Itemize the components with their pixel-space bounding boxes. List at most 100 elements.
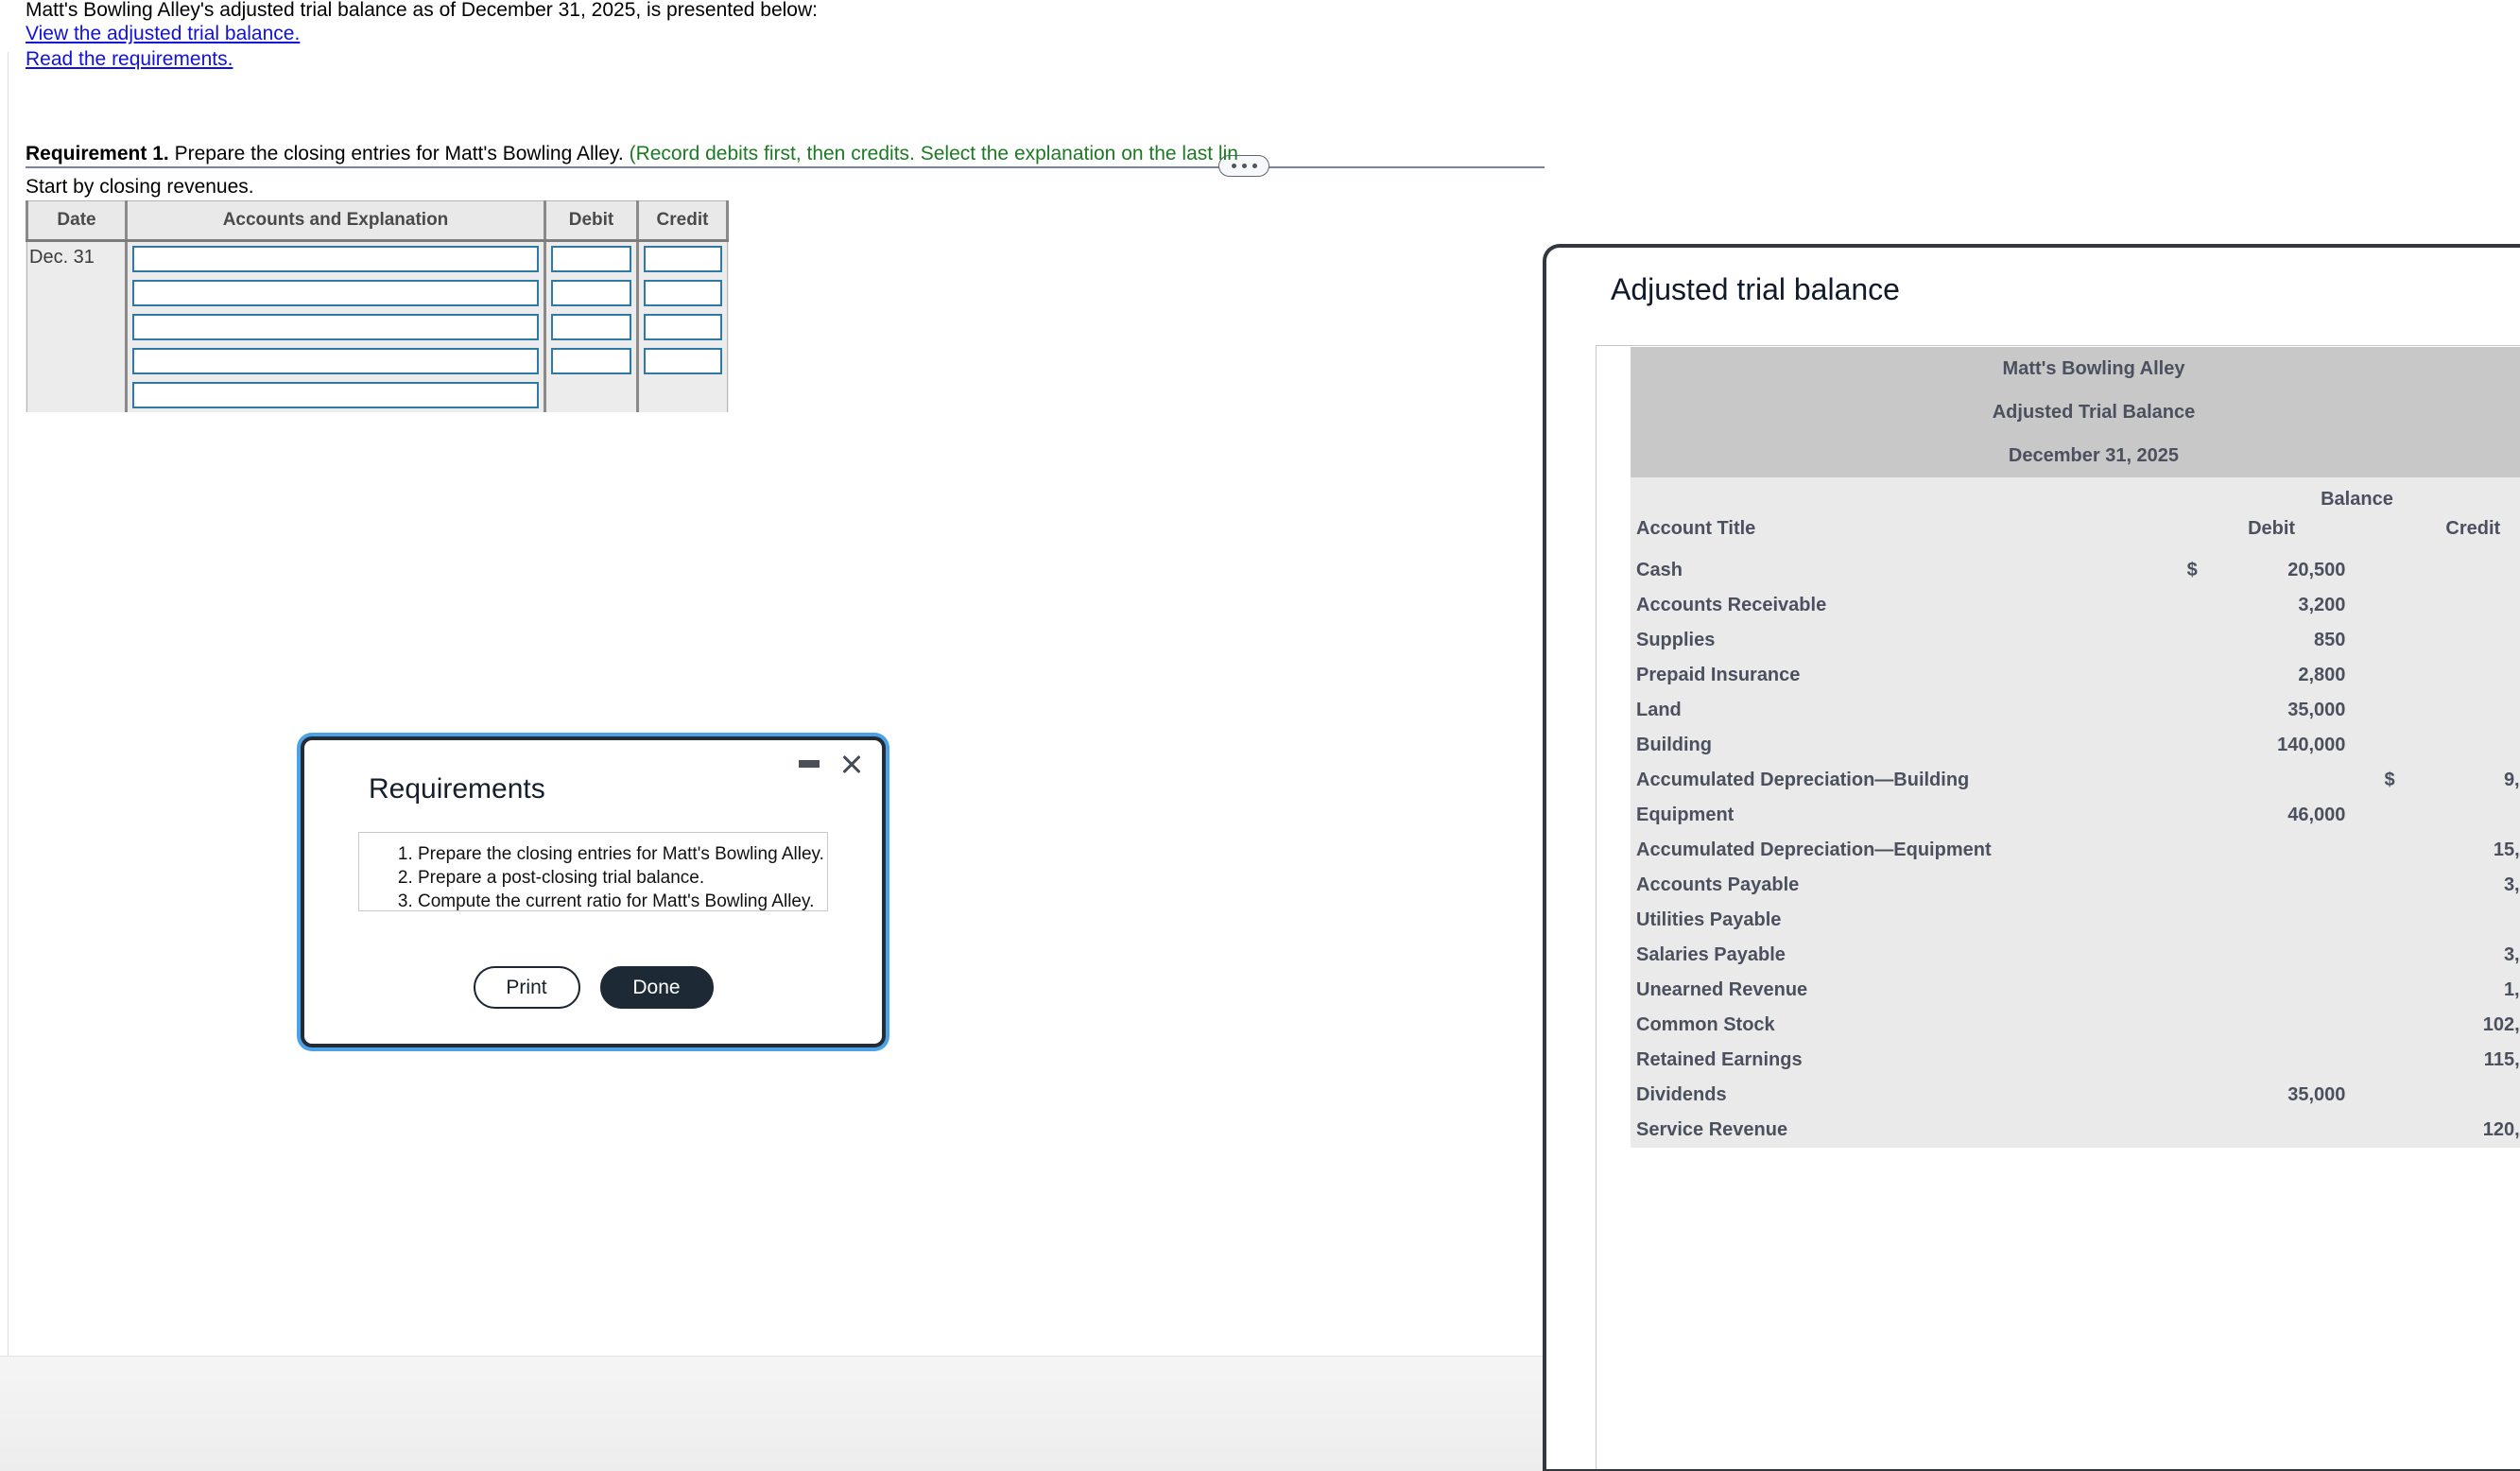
print-button[interactable]: Print <box>473 966 580 1009</box>
section-divider <box>26 155 1545 177</box>
table-row: Accounts Receivable 3,200 <box>1631 588 2520 623</box>
table-row: Retained Earnings 115,750 <box>1631 1043 2520 1078</box>
trial-balance-frame: Matt's Bowling Alley Adjusted Trial Bala… <box>1596 345 2520 1469</box>
journal-credit-input-1[interactable] <box>644 246 722 272</box>
tb-account-title: Utilities Payable <box>1631 903 2157 938</box>
journal-account-cell <box>125 276 546 310</box>
tb-credit-value: 120,000 <box>2394 1113 2520 1148</box>
requirement-statement: Requirement 1. Prepare the closing entri… <box>26 143 1238 165</box>
tb-account-title: Unearned Revenue <box>1631 973 2157 1008</box>
tb-account-title: Salaries Payable <box>1631 938 2157 973</box>
journal-debit-empty <box>544 378 639 412</box>
journal-account-input-4[interactable] <box>132 348 539 374</box>
table-row: Land 35,000 <box>1631 693 2520 728</box>
table-row <box>27 344 728 378</box>
tb-account-title: Common Stock <box>1631 1008 2157 1043</box>
tb-credit-value <box>2394 728 2520 763</box>
requirements-list-box: Prepare the closing entries for Matt's B… <box>358 832 828 911</box>
tb-credit-symbol <box>2349 938 2395 973</box>
tb-credit-value: 575 <box>2394 903 2520 938</box>
requirement-text: Prepare the closing entries for Matt's B… <box>174 143 624 164</box>
read-requirements-link[interactable]: Read the requirements. <box>26 48 233 71</box>
journal-body: Dec. 31 <box>26 240 728 412</box>
tb-debit-value: 850 <box>2197 623 2350 658</box>
journal-account-cell <box>125 344 546 378</box>
journal-col-accounts: Accounts and Explanation <box>125 200 546 242</box>
tb-balance-header-row: Balance <box>1631 477 2520 514</box>
journal-account-input-2[interactable] <box>132 280 539 306</box>
dot-icon <box>1241 164 1247 168</box>
tb-date: December 31, 2025 <box>1631 434 2520 477</box>
tb-credit-value: 115,750 <box>2394 1043 2520 1078</box>
journal-date-cell: Dec. 31 <box>26 240 128 412</box>
journal-credit-cell <box>636 240 728 276</box>
journal-col-date: Date <box>26 200 128 242</box>
tb-account-title: Accumulated Depreciation—Equipment <box>1631 833 2157 868</box>
journal-explanation-input[interactable] <box>132 382 539 408</box>
table-row: Accumulated Depreciation—Equipment 15,000 <box>1631 833 2520 868</box>
requirement-hint: (Record debits first, then credits. Sele… <box>629 143 1238 164</box>
tb-debit-value <box>2197 1008 2350 1043</box>
tb-credit-value <box>2394 798 2520 833</box>
tb-account-title: Accounts Payable <box>1631 868 2157 903</box>
work-area: Matt's Bowling Alley's adjusted trial ba… <box>0 0 1545 1471</box>
journal-credit-input-3[interactable] <box>644 314 722 340</box>
tb-credit-symbol <box>2349 903 2395 938</box>
adjusted-trial-balance-panel: Adjusted trial balance Matt's Bowling Al… <box>1543 244 2520 1471</box>
left-rail-divider <box>8 52 9 1357</box>
journal-account-input-1[interactable] <box>132 246 539 272</box>
view-trial-balance-link[interactable]: View the adjusted trial balance. <box>26 23 300 45</box>
tb-col-credit-sym <box>2349 514 2395 553</box>
dialog-actions: Print Done <box>304 966 882 1009</box>
tb-account-title: Equipment <box>1631 798 2157 833</box>
dot-icon <box>1251 164 1257 168</box>
table-row <box>27 378 728 412</box>
tb-debit-value: 20,500 <box>2197 553 2350 588</box>
trial-balance-table: Matt's Bowling Alley Adjusted Trial Bala… <box>1631 347 2520 1148</box>
tb-credit-symbol <box>2349 658 2395 693</box>
tb-credit-symbol <box>2349 553 2395 588</box>
tb-debit-value <box>2197 1113 2350 1148</box>
journal-credit-input-4[interactable] <box>644 348 722 374</box>
tb-debit-value <box>2197 938 2350 973</box>
tb-debit-symbol: $ <box>2156 553 2198 588</box>
tb-debit-symbol <box>2156 1043 2198 1078</box>
journal-header: Date Accounts and Explanation Debit Cred… <box>26 200 729 242</box>
tb-credit-symbol <box>2349 973 2395 1008</box>
journal-credit-cell <box>636 276 728 310</box>
start-instruction: Start by closing revenues. <box>26 176 254 198</box>
panel-title: Adjusted trial balance <box>1611 272 1900 306</box>
tb-debit-value <box>2197 1043 2350 1078</box>
tb-credit-value <box>2394 658 2520 693</box>
close-icon[interactable] <box>840 753 863 775</box>
journal-debit-input-3[interactable] <box>551 314 631 340</box>
journal-debit-input-1[interactable] <box>551 246 631 272</box>
done-button[interactable]: Done <box>599 966 714 1009</box>
tb-debit-symbol <box>2156 658 2198 693</box>
problem-intro-text: Matt's Bowling Alley's adjusted trial ba… <box>26 0 818 21</box>
table-row: Accumulated Depreciation—Building $9,000 <box>1631 763 2520 798</box>
requirement-label: Requirement 1. <box>26 143 169 164</box>
tb-debit-symbol <box>2156 973 2198 1008</box>
journal-account-input-3[interactable] <box>132 314 539 340</box>
requirements-list: Prepare the closing entries for Matt's B… <box>359 842 827 913</box>
journal-credit-input-2[interactable] <box>644 280 722 306</box>
journal-entry-table: Date Accounts and Explanation Debit Cred… <box>26 200 729 412</box>
tb-col-debit: Debit <box>2197 514 2350 553</box>
journal-debit-input-4[interactable] <box>551 348 631 374</box>
tb-debit-symbol <box>2156 903 2198 938</box>
tb-credit-value <box>2394 623 2520 658</box>
minimize-icon[interactable] <box>799 760 820 768</box>
tb-account-title: Accumulated Depreciation—Building <box>1631 763 2157 798</box>
table-row: Building 140,000 <box>1631 728 2520 763</box>
table-row: Service Revenue 120,000 <box>1631 1113 2520 1148</box>
tb-date-row: December 31, 2025 <box>1631 434 2520 477</box>
table-row: Supplies 850 <box>1631 623 2520 658</box>
requirements-dialog: Requirements Prepare the closing entries… <box>301 736 886 1047</box>
tb-debit-symbol <box>2156 693 2198 728</box>
tb-debit-symbol <box>2156 938 2198 973</box>
tb-account-title: Building <box>1631 728 2157 763</box>
tb-credit-symbol <box>2349 868 2395 903</box>
journal-debit-input-2[interactable] <box>551 280 631 306</box>
tb-statement-row: Adjusted Trial Balance <box>1631 390 2520 434</box>
